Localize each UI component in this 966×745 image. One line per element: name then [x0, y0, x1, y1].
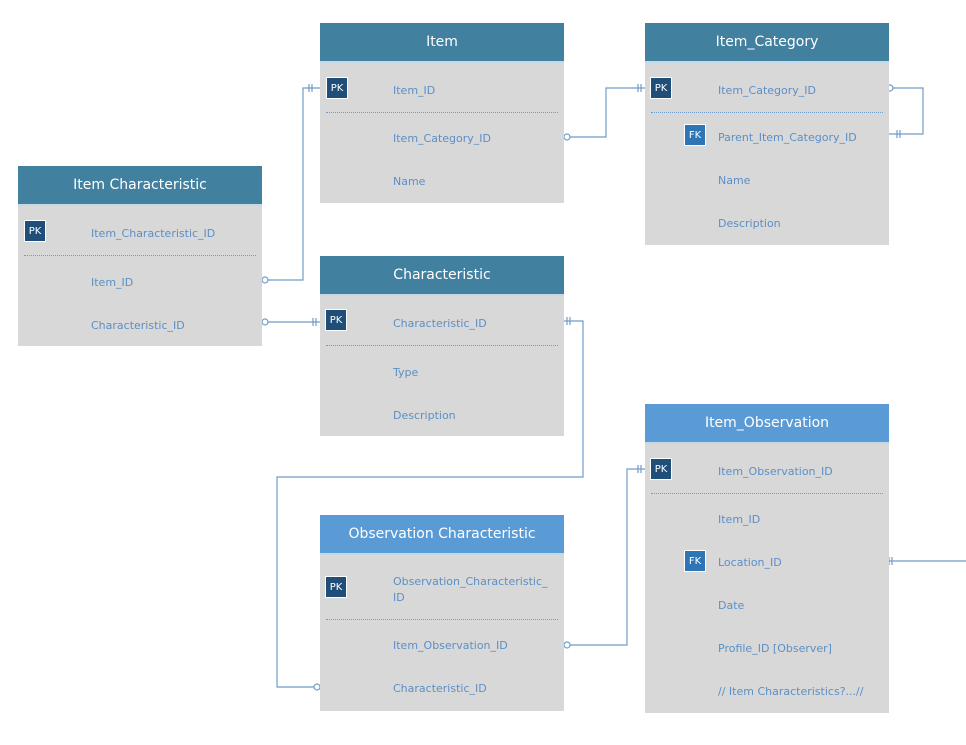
- field-description: Description: [718, 217, 781, 230]
- field-parent-item-category-id: Parent_Item_Category_ID: [718, 131, 857, 144]
- entity-title: Item Characteristic: [18, 166, 262, 206]
- entity-title: Characteristic: [320, 256, 564, 296]
- entity-title: Item_Category: [645, 23, 889, 63]
- field-item-category-id: Item_Category_ID: [393, 132, 492, 145]
- field-characteristic-id: Characteristic_ID: [91, 319, 185, 332]
- field-characteristic-id: Characteristic_ID: [393, 317, 487, 330]
- entity-characteristic[interactable]: Characteristic PK Characteristic_ID Type…: [320, 256, 564, 436]
- pk-separator: [24, 255, 256, 256]
- entity-item-observation[interactable]: Item_Observation PK Item_Observation_ID …: [645, 404, 889, 713]
- field-item-id: Item_ID: [91, 276, 134, 289]
- field-location-id: Location_ID: [718, 556, 782, 569]
- entity-item-characteristic[interactable]: Item Characteristic PK Item_Characterist…: [18, 166, 262, 346]
- field-item-id: Item_ID: [718, 513, 761, 526]
- rel-item-category: [570, 87, 645, 138]
- field-description: Description: [393, 409, 456, 422]
- field-name: Name: [718, 174, 751, 187]
- field-item-id: Item_ID: [393, 84, 436, 97]
- entity-title: Item_Observation: [645, 404, 889, 444]
- field-item-observation-id: Item_Observation_ID: [393, 639, 508, 652]
- field-name: Name: [393, 175, 426, 188]
- pk-separator: [326, 112, 558, 113]
- entity-title: Observation Characteristic: [320, 515, 564, 555]
- entity-item[interactable]: Item PK Item_ID Item_Category_ID Name: [320, 23, 564, 203]
- field-date: Date: [718, 599, 745, 612]
- field-item-observation-id: Item_Observation_ID: [718, 465, 833, 478]
- field-observation-characteristic-id: Observation_Characteristic_: [393, 575, 548, 588]
- entity-title: Item: [320, 23, 564, 63]
- field-item-category-id: Item_Category_ID: [718, 84, 817, 97]
- entity-item-category[interactable]: Item_Category PK Item_Category_ID FK Par…: [645, 23, 889, 245]
- pk-separator: [326, 345, 558, 346]
- field-comment: // Item Characteristics?...//: [718, 685, 864, 698]
- rel-obschar-itemobs: [570, 468, 645, 646]
- rel-itemchar-item: [268, 87, 320, 281]
- pk-separator: [651, 112, 883, 113]
- field-item-characteristic-id: Item_Characteristic_ID: [91, 227, 216, 240]
- rel-category-self: [889, 87, 924, 135]
- entity-observation-characteristic[interactable]: Observation Characteristic PK Observatio…: [320, 515, 564, 711]
- pk-separator: [326, 619, 558, 620]
- field-observation-characteristic-id-cont: ID: [393, 591, 405, 604]
- field-profile-id: Profile_ID [Observer]: [718, 642, 832, 655]
- pk-separator: [651, 493, 883, 494]
- field-characteristic-id: Characteristic_ID: [393, 682, 487, 695]
- field-type: Type: [393, 366, 419, 379]
